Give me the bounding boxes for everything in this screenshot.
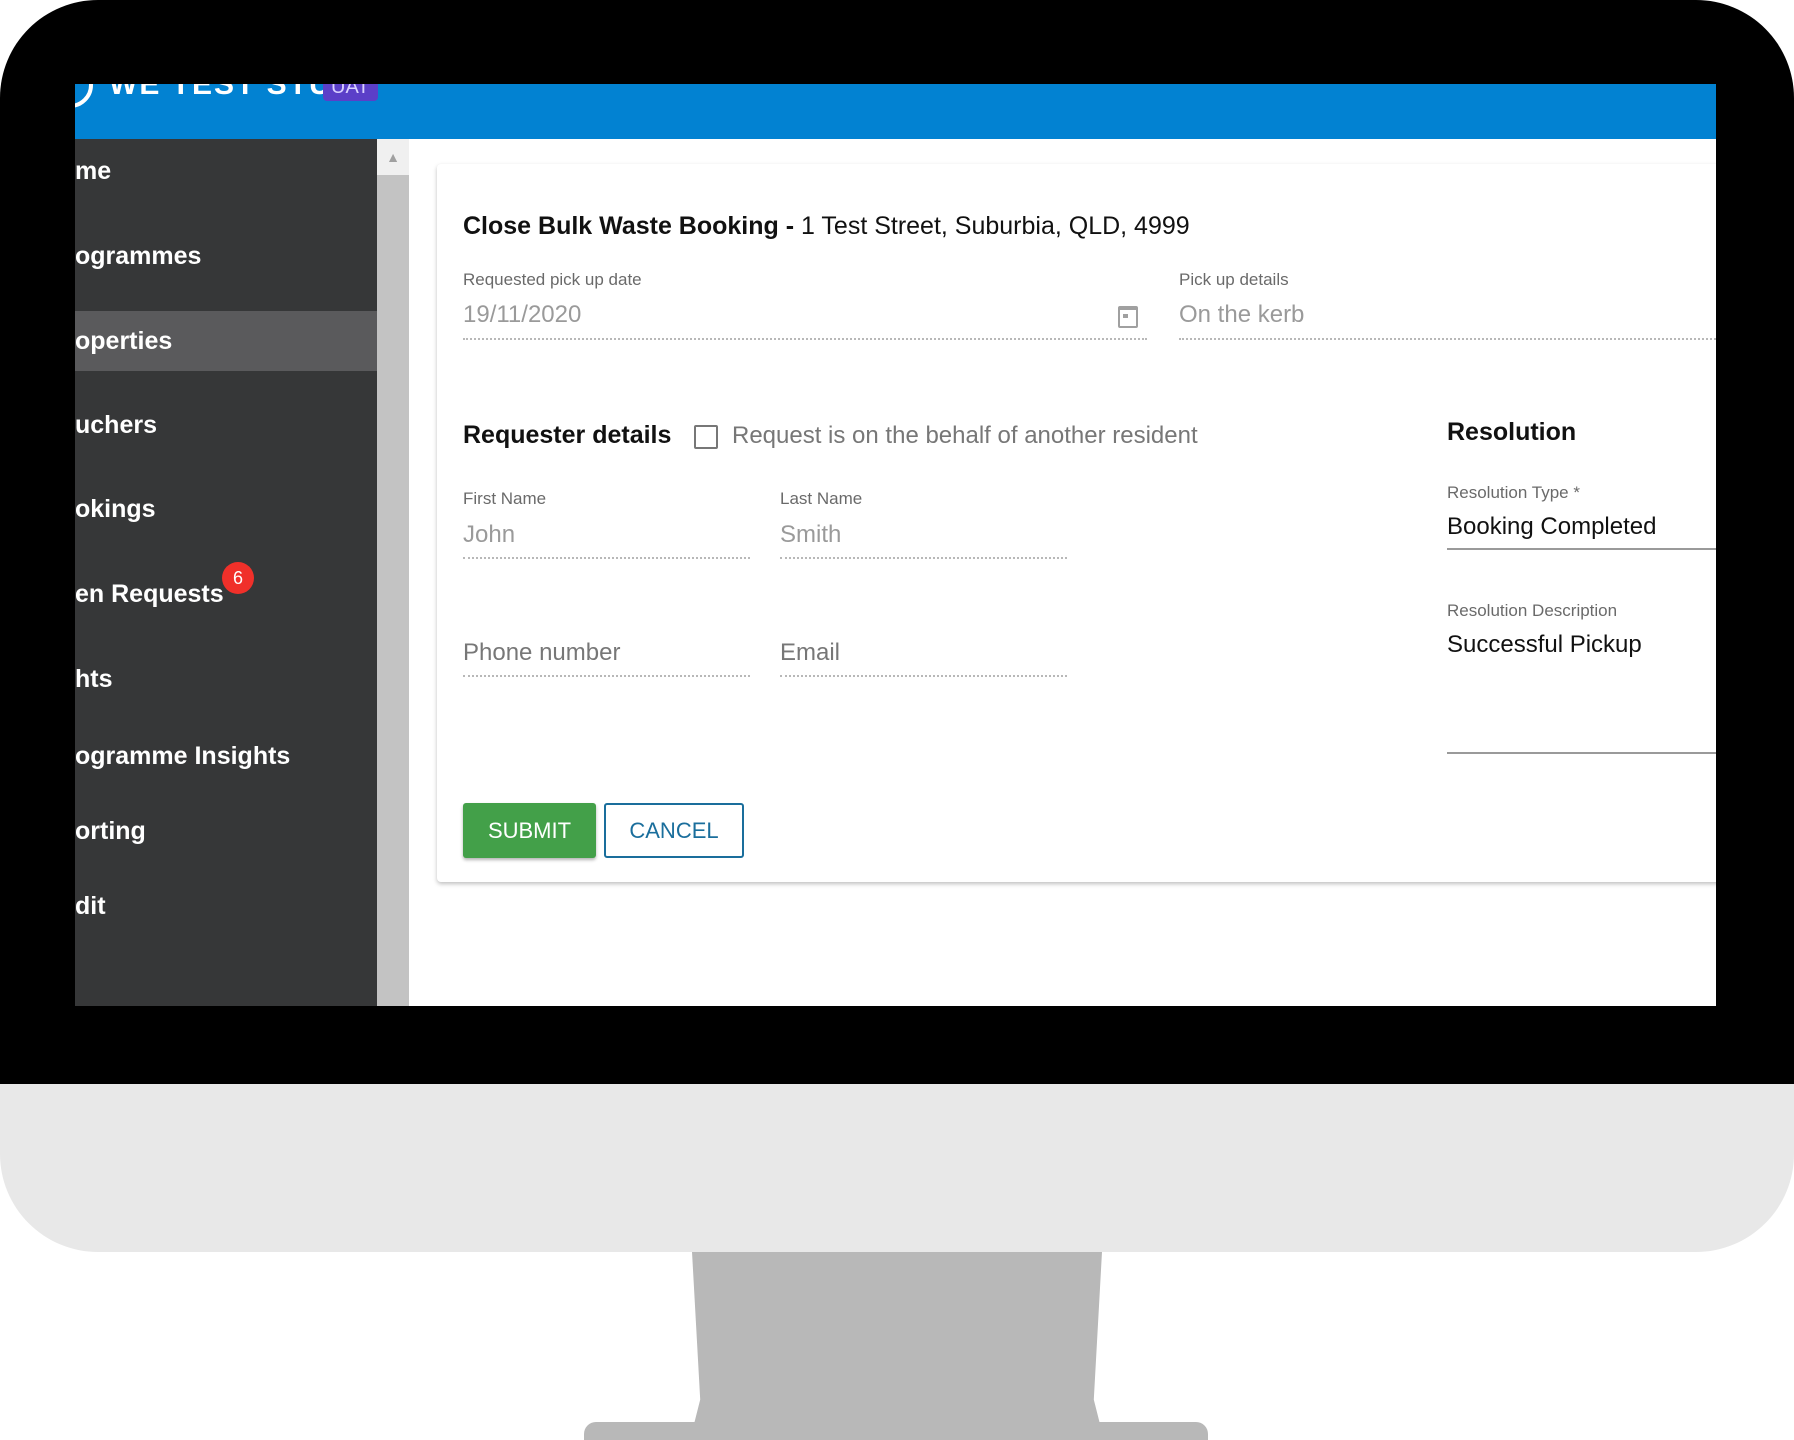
sidebar-item-label: ogramme Insights bbox=[75, 741, 291, 770]
scroll-up-arrow-icon[interactable]: ▲ bbox=[377, 139, 409, 175]
sidebar-item-label: ogrammes bbox=[75, 241, 202, 270]
behalf-of-resident-label[interactable]: Request is on the behalf of another resi… bbox=[732, 422, 1198, 450]
resolution-description-underline bbox=[1447, 752, 1716, 754]
submit-button[interactable]: SUBMIT bbox=[463, 803, 596, 858]
sidebar-nav: me ogrammes operties uchers okings en Re… bbox=[75, 139, 377, 1006]
calendar-icon[interactable] bbox=[1118, 306, 1138, 328]
environment-badge: UAT bbox=[323, 84, 378, 101]
form-title-action: Close Bulk Waste Booking - bbox=[463, 212, 795, 240]
sidebar-item-insights[interactable]: hts bbox=[75, 649, 377, 709]
sidebar-item-label: hts bbox=[75, 664, 113, 693]
behalf-of-resident-checkbox[interactable] bbox=[694, 425, 718, 449]
last-name-label: Last Name bbox=[780, 489, 863, 508]
pickup-date-underline bbox=[463, 338, 1147, 340]
first-name-field[interactable]: John bbox=[463, 521, 515, 549]
pickup-date-field[interactable]: 19/11/2020 bbox=[463, 301, 581, 329]
app-screen: WE TEST STUFF UAT me ogrammes operties u… bbox=[75, 84, 1716, 1006]
resolution-type-select[interactable]: Booking Completed bbox=[1447, 513, 1656, 541]
first-name-underline bbox=[463, 557, 750, 559]
sidebar-item-programmes[interactable]: ogrammes bbox=[75, 226, 377, 286]
first-name-label: First Name bbox=[463, 489, 547, 508]
sidebar-item-bookings[interactable]: okings bbox=[75, 479, 377, 539]
last-name-underline bbox=[780, 557, 1067, 559]
phone-number-underline bbox=[463, 675, 750, 677]
sidebar-item-vouchers[interactable]: uchers bbox=[75, 395, 377, 455]
sidebar-item-home[interactable]: me bbox=[75, 141, 377, 201]
pickup-details-field[interactable]: On the kerb bbox=[1179, 301, 1304, 329]
sidebar-item-label: orting bbox=[75, 816, 146, 845]
sidebar-item-programme-insights[interactable]: ogramme Insights bbox=[75, 726, 377, 786]
email-input[interactable]: Email bbox=[780, 639, 840, 667]
requester-details-title: Requester details bbox=[463, 421, 672, 449]
top-app-bar: WE TEST STUFF UAT bbox=[75, 84, 1716, 139]
form-title: Close Bulk Waste Booking - 1 Test Street… bbox=[463, 212, 1190, 241]
notification-count-badge: 6 bbox=[222, 562, 254, 594]
pickup-details-label: Pick up details bbox=[1179, 270, 1289, 289]
sidebar-item-label: operties bbox=[75, 326, 173, 355]
app-logo-icon[interactable] bbox=[75, 84, 93, 108]
form-title-address: 1 Test Street, Suburbia, QLD, 4999 bbox=[801, 212, 1190, 240]
sidebar-item-label: okings bbox=[75, 494, 156, 523]
resolution-title: Resolution bbox=[1447, 418, 1577, 446]
resolution-type-label: Resolution Type * bbox=[1447, 483, 1580, 502]
resolution-description-label: Resolution Description bbox=[1447, 601, 1618, 620]
sidebar-item-label: uchers bbox=[75, 410, 157, 439]
pickup-date-label: Requested pick up date bbox=[463, 270, 642, 289]
resolution-type-underline bbox=[1447, 548, 1716, 550]
sidebar-scrollbar[interactable]: ▲ bbox=[377, 139, 409, 1006]
monitor-stand bbox=[692, 1252, 1102, 1432]
sidebar-item-label: en Requests bbox=[75, 579, 224, 608]
resolution-description-textarea[interactable]: Successful Pickup bbox=[1447, 631, 1642, 659]
sidebar-item-properties[interactable]: operties bbox=[75, 311, 377, 371]
sidebar-item-reporting[interactable]: orting bbox=[75, 801, 377, 861]
phone-number-input[interactable]: Phone number bbox=[463, 639, 620, 667]
email-underline bbox=[780, 675, 1067, 677]
sidebar-item-label: dit bbox=[75, 891, 106, 920]
sidebar-item-open-requests[interactable]: en Requests 6 bbox=[75, 562, 377, 624]
pickup-details-underline bbox=[1179, 338, 1716, 340]
monitor-stand-base bbox=[584, 1422, 1208, 1440]
sidebar-item-label: me bbox=[75, 156, 112, 185]
last-name-field[interactable]: Smith bbox=[780, 521, 841, 549]
cancel-button[interactable]: CANCEL bbox=[604, 803, 744, 858]
sidebar-item-audit[interactable]: dit bbox=[75, 876, 377, 936]
